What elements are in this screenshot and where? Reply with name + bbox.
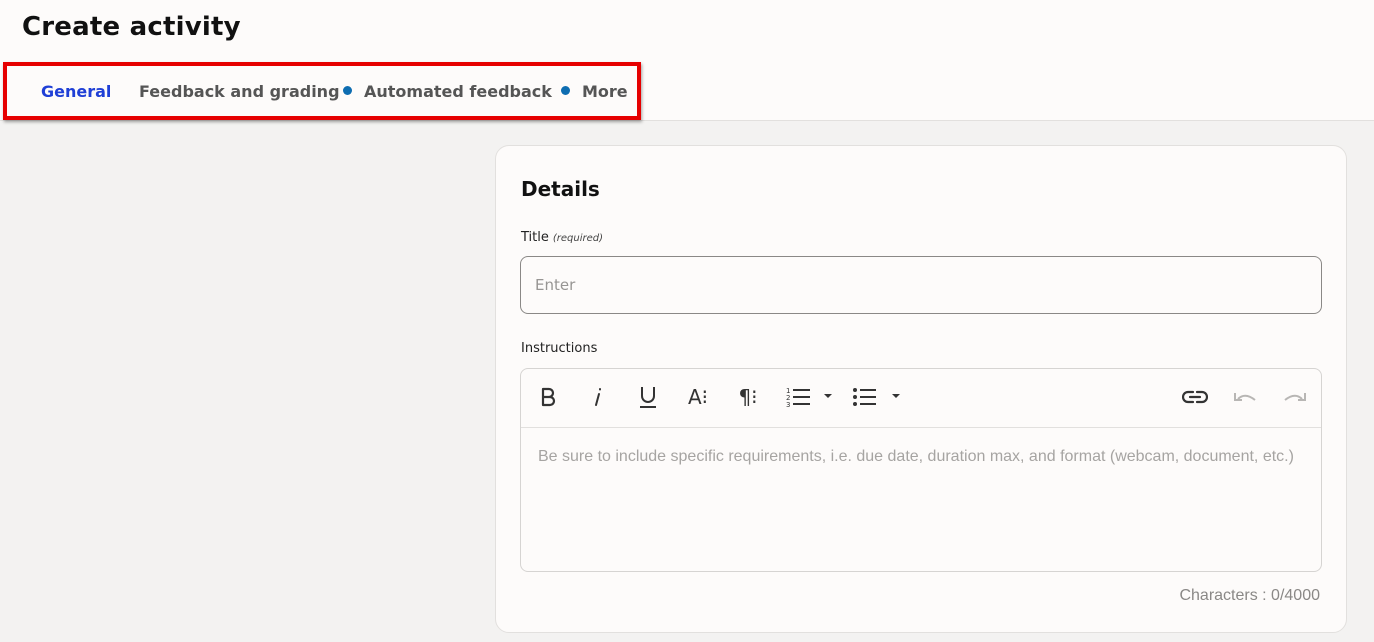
tab-general[interactable]: General <box>41 82 111 101</box>
unordered-list-button[interactable] <box>851 383 905 411</box>
tab-label: General <box>41 82 112 101</box>
status-dot-icon <box>561 86 570 95</box>
italic-button[interactable] <box>587 383 609 411</box>
instructions-label: Instructions <box>521 341 598 356</box>
page-header: Create activity General Feedback and gra… <box>0 0 1374 121</box>
redo-icon <box>1284 393 1306 401</box>
italic-icon <box>595 388 601 406</box>
details-card: Details Title(required) Instructions A⁝ … <box>495 145 1347 633</box>
underline-icon <box>640 387 656 408</box>
status-dot-icon <box>343 86 352 95</box>
tab-feedback-and-grading[interactable]: Feedback and grading <box>139 82 340 101</box>
details-heading: Details <box>521 177 600 201</box>
unordered-list-icon <box>853 388 900 406</box>
redo-button[interactable] <box>1281 383 1309 411</box>
bold-button[interactable] <box>537 383 559 411</box>
bold-icon <box>541 387 556 407</box>
tab-label: More <box>582 82 628 101</box>
svg-text:3: 3 <box>786 401 790 408</box>
tab-label: Automated feedback <box>364 82 552 101</box>
ordered-list-button[interactable]: 123 <box>785 383 839 411</box>
tab-automated-feedback[interactable]: Automated feedback <box>343 82 552 101</box>
tab-label: Feedback and grading <box>139 82 340 101</box>
undo-button[interactable] <box>1231 383 1259 411</box>
title-label-text: Title <box>521 230 549 245</box>
paragraph-format-button[interactable]: ¶⁝ <box>735 383 761 411</box>
paragraph-icon: ¶⁝ <box>738 385 758 409</box>
editor-toolbar: A⁝ ¶⁝ 123 <box>521 369 1321 428</box>
link-button[interactable] <box>1181 383 1209 411</box>
page-title: Create activity <box>22 12 241 42</box>
required-indicator: (required) <box>552 233 604 244</box>
link-icon <box>1182 390 1208 404</box>
tab-bar: General Feedback and grading Automated f… <box>3 62 641 120</box>
instructions-editor[interactable]: A⁝ ¶⁝ 123 Be sure to include specific re… <box>520 368 1322 572</box>
title-label: Title (required) <box>521 230 603 245</box>
ordered-list-icon: 123 <box>786 387 832 408</box>
editor-placeholder: Be sure to include specific requirements… <box>538 448 1294 465</box>
underline-button[interactable] <box>635 383 661 411</box>
font-size-icon: A⁝ <box>687 385 709 409</box>
tab-more[interactable]: More <box>561 82 628 101</box>
font-size-button[interactable]: A⁝ <box>685 383 711 411</box>
character-count: Characters : 0/4000 <box>1179 587 1320 604</box>
title-input[interactable] <box>520 256 1322 314</box>
undo-icon <box>1234 393 1256 401</box>
